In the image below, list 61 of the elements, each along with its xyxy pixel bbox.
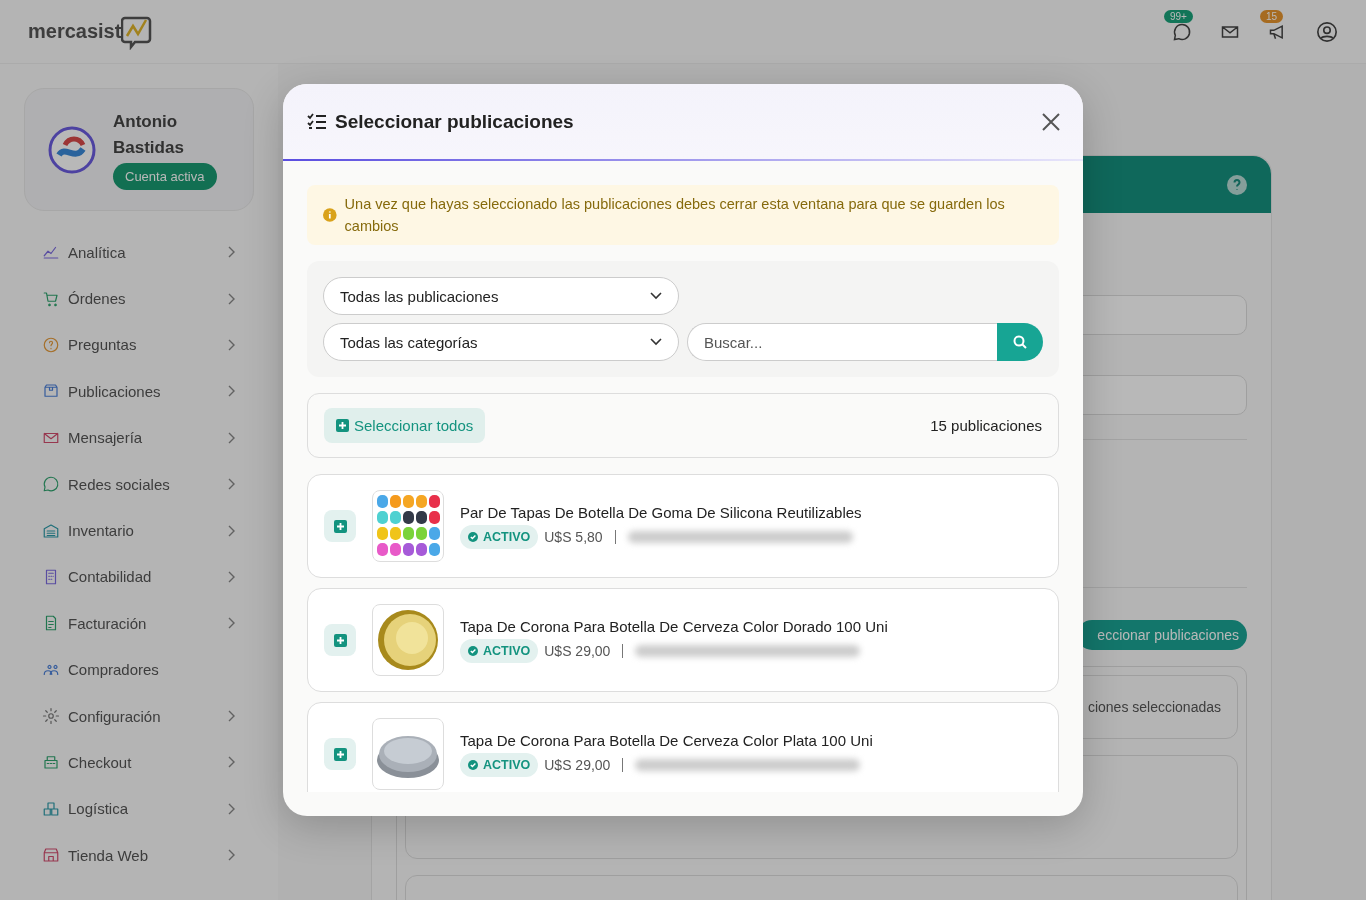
sidebar-item[interactable]: Facturación: [24, 600, 254, 647]
categories-select[interactable]: Todas las categorías: [323, 323, 679, 361]
notification-badge: 15: [1260, 9, 1284, 23]
publications-select[interactable]: Todas las publicaciones: [323, 277, 679, 315]
selected-label: ciones seleccionadas: [1087, 699, 1221, 715]
search-button[interactable]: [997, 323, 1043, 361]
publication-title: Tapa De Corona Para Botella De Cerveza Color Plata 100 Uni: [460, 731, 873, 749]
notice-text: Una vez que hayas seleccionado las publicaciones debes cerrar esta ventana para que se guarden los cambios: [344, 195, 1006, 236]
price: U$S 5,80: [544, 528, 603, 545]
sidebar-item[interactable]: Analítica: [24, 229, 254, 276]
whatsapp-icon[interactable]: [1172, 21, 1192, 42]
publication-count: 15 publicaciones: [930, 417, 1042, 434]
avatar-icon: [47, 124, 97, 175]
sidebar-item[interactable]: Tienda Web: [24, 832, 254, 879]
menu-icon: [42, 846, 60, 865]
close-button[interactable]: [1041, 111, 1061, 132]
search-field[interactable]: Buscar...: [687, 323, 997, 361]
status-badge: ACTIVO: [460, 752, 539, 777]
select-all-button[interactable]: Seleccionar todos: [324, 408, 486, 443]
plus-icon: [336, 419, 349, 432]
plus-icon: [333, 633, 347, 647]
publication-title: Par De Tapas De Botella De Goma De Silicona Reutilizables: [460, 503, 862, 521]
sidebar-item[interactable]: Compradores: [24, 646, 254, 693]
sidebar-item[interactable]: Preguntas: [24, 321, 254, 369]
price: U$S 29,00: [544, 642, 611, 659]
user-name: Antonio Bastidas: [113, 111, 185, 159]
menu-icon: [42, 335, 60, 354]
add-button[interactable]: [324, 738, 356, 770]
add-button[interactable]: [324, 624, 356, 656]
notification-badge: 99+: [1164, 9, 1193, 23]
chevron-down-icon: [650, 338, 662, 346]
sidebar-item[interactable]: Contabilidad: [24, 553, 254, 601]
sidebar-item[interactable]: Redes sociales: [24, 460, 254, 508]
add-button[interactable]: [324, 510, 356, 542]
price: U$S 29,00: [544, 756, 611, 773]
sidebar-item[interactable]: Checkout: [24, 739, 254, 786]
publication-title: Tapa De Corona Para Botella De Cerveza Color Dorado 100 Uni: [460, 617, 888, 635]
help-icon[interactable]: [1227, 174, 1247, 195]
sidebar-item[interactable]: Logística: [24, 785, 254, 833]
menu-icon: [42, 799, 60, 818]
plus-icon: [333, 747, 347, 761]
plus-icon: [333, 519, 347, 533]
sidebar-item[interactable]: Configuración: [24, 692, 254, 740]
menu-icon: [42, 753, 60, 772]
menu-icon: [42, 289, 60, 308]
user-icon[interactable]: [1316, 20, 1338, 43]
menu-icon: [42, 707, 60, 726]
info-icon: [323, 208, 337, 222]
search-icon: [1013, 335, 1027, 349]
checklist-icon: [307, 112, 327, 131]
chevron-down-icon: [650, 292, 662, 300]
status-badge: ACTIVO: [460, 638, 539, 663]
logo-text: mercasist: [28, 20, 122, 43]
sidebar-item[interactable]: Publicaciones: [24, 368, 254, 415]
status-badge: ACTIVO: [460, 524, 539, 549]
sidebar-item[interactable]: Órdenes: [24, 275, 254, 322]
modal-title: Seleccionar publicaciones: [335, 110, 575, 133]
sidebar-item[interactable]: Mensajería: [24, 414, 254, 461]
sidebar-item[interactable]: Inventario: [24, 507, 254, 554]
account-status-badge: Cuenta activa: [113, 163, 217, 190]
menu-icon: [42, 475, 60, 494]
